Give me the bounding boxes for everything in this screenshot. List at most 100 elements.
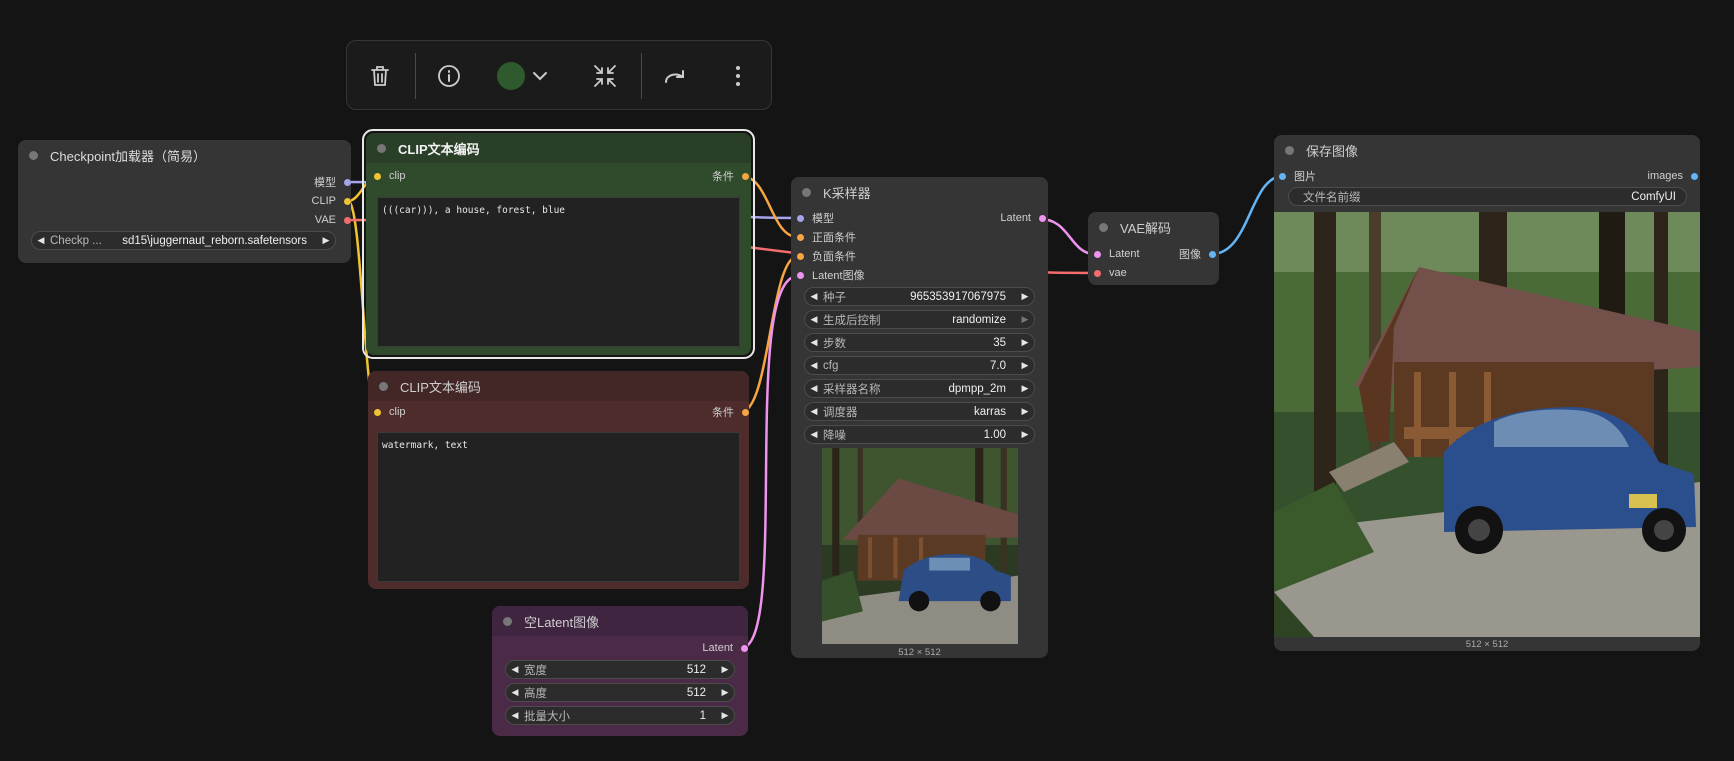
arrow-left-icon[interactable]: ◀ <box>805 314 823 325</box>
input-slot-clip[interactable]: clip <box>374 168 406 184</box>
arrow-right-icon[interactable]: ▶ <box>1016 337 1034 348</box>
collapse-dot[interactable] <box>1285 145 1294 155</box>
scheduler-widget[interactable]: ◀ 调度器 karras ▶ <box>804 402 1035 421</box>
output-slot-model[interactable]: 模型 <box>314 174 351 190</box>
input-slot-model[interactable]: 模型 <box>797 210 834 226</box>
slot-dot[interactable] <box>742 408 749 416</box>
color-dropdown-button[interactable] <box>527 59 553 93</box>
denoise-widget[interactable]: ◀ 降噪 1.00 ▶ <box>804 425 1035 444</box>
sampler-name-widget[interactable]: ◀ 采样器名称 dpmpp_2m ▶ <box>804 379 1035 398</box>
node-title-bar[interactable]: CLIP文本编码 <box>366 133 751 163</box>
slot-dot[interactable] <box>797 233 804 241</box>
prompt-textarea[interactable]: watermark, text <box>377 432 740 582</box>
arrow-left-icon[interactable]: ◀ <box>32 235 50 246</box>
node-vae-decode[interactable]: VAE解码 Latent vae 图像 <box>1088 212 1219 285</box>
node-save-image[interactable]: 保存图像 图片 images 文件名前缀 ComfyUI 512 × 512 <box>1274 135 1700 651</box>
slot-dot[interactable] <box>797 214 804 222</box>
arrow-right-icon[interactable]: ▶ <box>1016 429 1034 440</box>
node-title-bar[interactable]: VAE解码 <box>1088 212 1219 242</box>
arrow-right-icon[interactable]: ▶ <box>716 710 734 721</box>
output-slot-vae[interactable]: VAE <box>315 212 351 228</box>
arrow-right-icon[interactable]: ▶ <box>716 687 734 698</box>
width-widget[interactable]: ◀ 宽度 512 ▶ <box>505 660 735 679</box>
arrow-left-icon[interactable]: ◀ <box>805 429 823 440</box>
output-slot-image[interactable]: 图像 <box>1179 246 1216 262</box>
node-title-bar[interactable]: 空Latent图像 <box>492 606 748 636</box>
collapse-dot[interactable] <box>29 150 38 160</box>
arrow-left-icon[interactable]: ◀ <box>805 337 823 348</box>
collapse-dot[interactable] <box>1099 222 1108 232</box>
node-checkpoint-loader[interactable]: Checkpoint加载器（简易） 模型 CLIP VAE ◀ Checkp .… <box>18 140 351 263</box>
collapse-button[interactable] <box>588 59 622 93</box>
node-title-bar[interactable]: 保存图像 <box>1274 135 1700 165</box>
input-slot-images[interactable]: 图片 <box>1279 168 1316 184</box>
slot-dot[interactable] <box>344 178 351 186</box>
output-slot-images[interactable]: images <box>1648 168 1698 184</box>
node-empty-latent[interactable]: 空Latent图像 Latent ◀ 宽度 512 ▶ ◀ 高度 512 ▶ ◀… <box>492 606 748 736</box>
arrow-left-icon[interactable]: ◀ <box>805 383 823 394</box>
node-clip-positive[interactable]: CLIP文本编码 clip 条件 (((car))), a house, for… <box>366 133 751 355</box>
output-slot-latent[interactable]: Latent <box>1000 210 1046 226</box>
arrow-left-icon[interactable]: ◀ <box>805 360 823 371</box>
arrow-right-icon[interactable]: ▶ <box>317 235 335 246</box>
collapse-dot[interactable] <box>377 143 386 153</box>
input-slot-negative[interactable]: 负面条件 <box>797 248 856 264</box>
arrow-left-icon[interactable]: ◀ <box>805 291 823 302</box>
node-title-bar[interactable]: K采样器 <box>791 177 1048 207</box>
slot-dot[interactable] <box>374 172 381 180</box>
slot-dot[interactable] <box>344 216 351 224</box>
slot-dot[interactable] <box>741 644 748 652</box>
arrow-right-icon[interactable]: ▶ <box>1016 383 1034 394</box>
control-after-generate-widget[interactable]: ◀ 生成后控制 randomize ▶ <box>804 310 1035 329</box>
slot-dot[interactable] <box>1209 250 1216 258</box>
slot-dot[interactable] <box>1279 172 1286 180</box>
node-clip-negative[interactable]: CLIP文本编码 clip 条件 watermark, text <box>368 371 749 589</box>
prompt-textarea[interactable]: (((car))), a house, forest, blue <box>377 197 740 347</box>
slot-dot[interactable] <box>374 408 381 416</box>
ckpt-name-combo[interactable]: ◀ Checkp ... sd15\juggernaut_reborn.safe… <box>31 231 336 250</box>
slot-dot[interactable] <box>344 197 351 205</box>
collapse-dot[interactable] <box>503 616 512 626</box>
info-button[interactable] <box>432 59 466 93</box>
filename-prefix-input[interactable]: 文件名前缀 ComfyUI <box>1288 187 1687 206</box>
node-title-bar[interactable]: Checkpoint加载器（简易） <box>18 140 351 170</box>
steps-widget[interactable]: ◀ 步数 35 ▶ <box>804 333 1035 352</box>
slot-dot[interactable] <box>1094 250 1101 258</box>
arrow-right-icon[interactable]: ▶ <box>1016 406 1034 417</box>
more-button[interactable] <box>721 59 755 93</box>
arrow-left-icon[interactable]: ◀ <box>506 687 524 698</box>
slot-dot[interactable] <box>1691 172 1698 180</box>
arrow-left-icon[interactable]: ◀ <box>506 664 524 675</box>
collapse-dot[interactable] <box>802 187 811 197</box>
output-slot-clip[interactable]: CLIP <box>312 193 351 209</box>
delete-button[interactable] <box>363 59 397 93</box>
slot-dot[interactable] <box>1094 269 1101 277</box>
arrow-right-icon[interactable]: ▶ <box>716 664 734 675</box>
height-widget[interactable]: ◀ 高度 512 ▶ <box>505 683 735 702</box>
arrow-right-icon[interactable]: ▶ <box>1016 360 1034 371</box>
input-slot-latent[interactable]: Latent <box>1094 246 1140 262</box>
input-slot-latent-image[interactable]: Latent图像 <box>797 267 865 283</box>
output-slot-latent[interactable]: Latent <box>702 640 748 656</box>
arrow-right-icon[interactable]: ▶ <box>1016 291 1034 302</box>
output-slot-conditioning[interactable]: 条件 <box>712 404 749 420</box>
input-slot-positive[interactable]: 正面条件 <box>797 229 856 245</box>
cfg-widget[interactable]: ◀ cfg 7.0 ▶ <box>804 356 1035 375</box>
slot-dot[interactable] <box>797 271 804 279</box>
batch-size-widget[interactable]: ◀ 批量大小 1 ▶ <box>505 706 735 725</box>
slot-dot[interactable] <box>797 252 804 260</box>
node-title-bar[interactable]: CLIP文本编码 <box>368 371 749 401</box>
seed-widget[interactable]: ◀ 种子 965353917067975 ▶ <box>804 287 1035 306</box>
arrow-left-icon[interactable]: ◀ <box>805 406 823 417</box>
arrow-left-icon[interactable]: ◀ <box>506 710 524 721</box>
output-slot-conditioning[interactable]: 条件 <box>712 168 749 184</box>
slot-dot[interactable] <box>742 172 749 180</box>
color-swatch[interactable] <box>497 62 525 90</box>
collapse-dot[interactable] <box>379 381 388 391</box>
arrow-right-icon[interactable]: ▶ <box>1016 314 1034 325</box>
input-slot-clip[interactable]: clip <box>374 404 406 420</box>
node-ksampler[interactable]: K采样器 模型 正面条件 负面条件 Latent图像 Latent ◀ 种子 9… <box>791 177 1048 658</box>
input-slot-vae[interactable]: vae <box>1094 265 1127 281</box>
graph-canvas[interactable]: Checkpoint加载器（简易） 模型 CLIP VAE ◀ Checkp .… <box>0 0 1734 761</box>
slot-dot[interactable] <box>1039 214 1046 222</box>
